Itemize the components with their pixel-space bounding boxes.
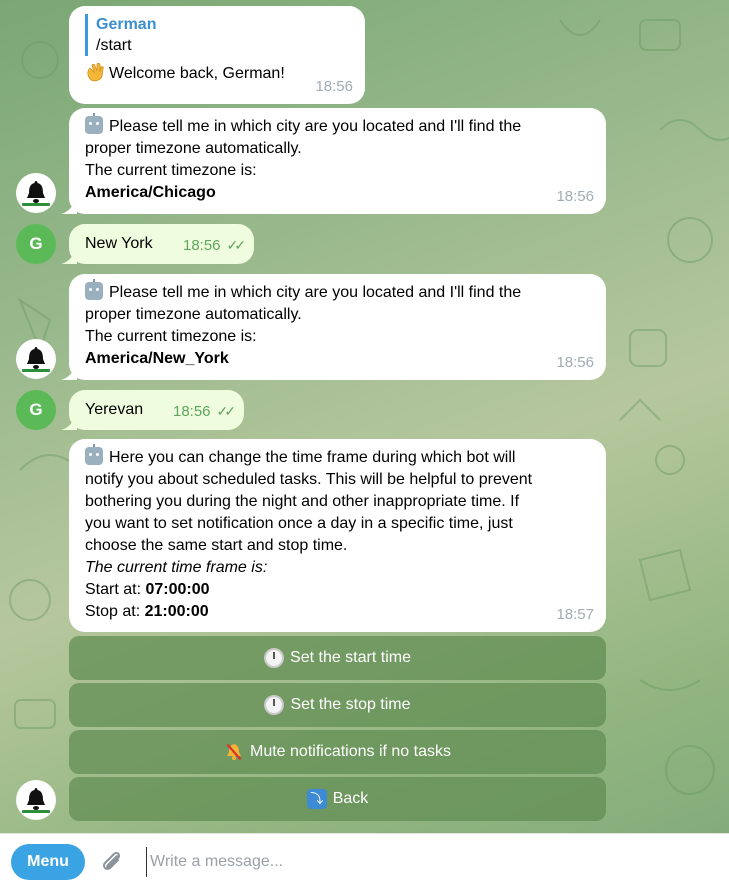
- stop-row: Stop at: 21:00:00: [85, 601, 590, 623]
- set-stop-time-button[interactable]: Set the stop time: [69, 683, 606, 727]
- avatar-letter: G: [29, 234, 43, 253]
- user-avatar[interactable]: G: [16, 390, 56, 430]
- message-timezone-new-york: Please tell me in which city are you loc…: [69, 274, 606, 380]
- waving-hand-icon: [87, 62, 104, 82]
- mute-notifications-button[interactable]: Mute notifications if no tasks: [69, 730, 606, 774]
- message-yerevan: Yerevan 18:56 ✓✓: [69, 390, 244, 430]
- message-line: you want to set notification once a day …: [85, 515, 513, 532]
- message-line: Please tell me in which city are you loc…: [109, 284, 522, 301]
- robot-icon: [85, 113, 103, 134]
- back-button[interactable]: ⤵ Back: [69, 777, 606, 821]
- message-time: 18:56: [315, 78, 353, 95]
- message-time-frame: Here you can change the time frame durin…: [69, 439, 606, 632]
- message-time: 18:56: [556, 188, 594, 205]
- message-line: Here you can change the time frame durin…: [109, 449, 516, 466]
- stop-value: 21:00:00: [144, 603, 209, 620]
- bot-caption-bar: [22, 810, 50, 813]
- message-input[interactable]: [146, 847, 706, 877]
- paperclip-icon[interactable]: [98, 848, 126, 876]
- menu-button[interactable]: Menu: [11, 844, 85, 880]
- message-line: bothering you during the night and other…: [85, 493, 520, 510]
- message-new-york: New York 18:56 ✓✓: [69, 224, 254, 264]
- message-text: Yerevan: [85, 401, 144, 418]
- reply-text: /start: [96, 37, 132, 54]
- menu-label: Menu: [27, 853, 69, 870]
- timezone-value: America/Chicago: [85, 184, 216, 201]
- button-label: Set the stop time: [290, 696, 411, 713]
- muted-bell-icon: [226, 743, 242, 761]
- start-value: 07:00:00: [145, 581, 210, 598]
- bot-avatar[interactable]: [16, 173, 56, 213]
- read-ticks-icon: ✓✓: [216, 403, 237, 419]
- start-row: Start at: 07:00:00: [85, 579, 590, 601]
- timezone-value: America/New_York: [85, 350, 229, 367]
- bot-caption-bar: [22, 369, 50, 372]
- read-ticks-icon: ✓✓: [226, 237, 247, 253]
- composer-bar: Menu: [0, 833, 729, 888]
- message-line: proper timezone automatically.: [85, 140, 302, 157]
- button-label: Back: [332, 790, 369, 807]
- message-timezone-chicago: Please tell me in which city are you loc…: [69, 108, 606, 214]
- message-line: proper timezone automatically.: [85, 306, 302, 323]
- message-text: Welcome back, German!: [109, 65, 285, 82]
- message-line: notify you about scheduled tasks. This w…: [85, 471, 533, 488]
- button-label: Mute notifications if no tasks: [250, 743, 451, 760]
- bot-avatar[interactable]: [16, 780, 56, 820]
- message-time: 18:57: [556, 606, 594, 623]
- message-time: 18:56 ✓✓: [182, 234, 247, 257]
- message-line: The current timezone is:: [85, 162, 257, 179]
- reply-quote[interactable]: German /start: [85, 14, 349, 56]
- stop-label: Stop at:: [85, 603, 141, 620]
- time-text: 18:56: [172, 403, 211, 420]
- robot-icon: [85, 279, 103, 300]
- bot-avatar[interactable]: [16, 339, 56, 379]
- set-start-time-button[interactable]: Set the start time: [69, 636, 606, 680]
- message-text: New York: [85, 235, 153, 252]
- avatar-letter: G: [29, 400, 43, 419]
- time-frame-label: The current time frame is:: [85, 559, 268, 576]
- back-arrow-icon: ⤵: [306, 789, 327, 809]
- bot-caption-bar: [22, 203, 50, 206]
- reply-author: German: [96, 16, 157, 33]
- message-line: choose the same start and stop time.: [85, 537, 348, 554]
- time-text: 18:56: [182, 237, 221, 254]
- chat-area: German /start Welcome back, German! 18:5…: [0, 0, 729, 833]
- message-time: 18:56: [556, 354, 594, 371]
- message-welcome: German /start Welcome back, German! 18:5…: [69, 6, 365, 104]
- clock-icon: [264, 695, 285, 715]
- message-time: 18:56 ✓✓: [172, 400, 237, 423]
- message-line: The current timezone is:: [85, 328, 257, 345]
- robot-icon: [85, 444, 103, 465]
- button-label: Set the start time: [290, 649, 411, 666]
- user-avatar[interactable]: G: [16, 224, 56, 264]
- start-label: Start at:: [85, 581, 142, 598]
- clock-icon: [264, 648, 285, 668]
- message-line: Please tell me in which city are you loc…: [109, 118, 522, 135]
